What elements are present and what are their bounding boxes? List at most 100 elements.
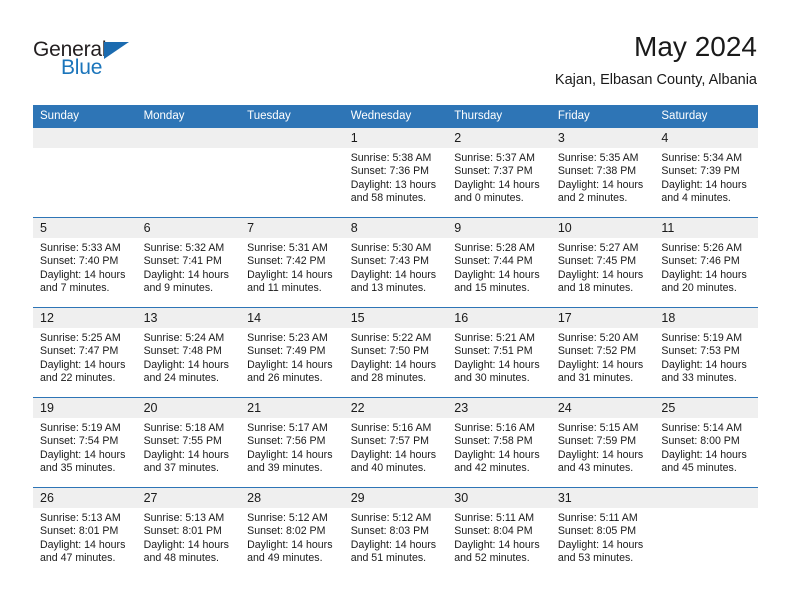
daylight-text-cont: and 4 minutes. — [661, 192, 731, 205]
calendar-day-cell[interactable]: 22 Sunrise: 5:16 AM Sunset: 7:57 PM Dayligh… — [343, 397, 448, 488]
weekday-header-saturday: Saturday — [654, 105, 758, 128]
daylight-text-cont: and 53 minutes. — [557, 552, 634, 565]
day-details: Sunrise: 5:12 AM Sunset: 8:03 PM Daylight:… — [344, 508, 448, 566]
triangle-icon — [104, 42, 129, 59]
day-number: 13 — [136, 308, 241, 328]
sunset-text: Sunset: 7:58 PM — [454, 435, 533, 448]
calendar-day-cell[interactable]: 7 Sunrise: 5:31 AM Sunset: 7:42 PM Daylight… — [240, 217, 344, 308]
daylight-text: Daylight: 14 hours — [454, 358, 540, 371]
calendar-day-cell[interactable]: 25 Sunrise: 5:14 AM Sunset: 8:00 PM Dayligh… — [654, 397, 758, 488]
sunset-text: Sunset: 7:53 PM — [661, 345, 740, 358]
day-number — [654, 488, 758, 508]
calendar-day-cell[interactable]: 16 Sunrise: 5:21 AM Sunset: 7:51 PM Dayligh… — [447, 307, 551, 398]
daylight-text: Daylight: 14 hours — [247, 358, 333, 371]
day-details — [240, 148, 344, 152]
calendar-day-cell[interactable]: 28 Sunrise: 5:12 AM Sunset: 8:02 PM Dayligh… — [240, 487, 344, 578]
weekday-header-sunday: Sunday — [33, 105, 137, 128]
daylight-text-cont: and 0 minutes. — [454, 192, 524, 205]
calendar-day-cell[interactable]: 20 Sunrise: 5:18 AM Sunset: 7:55 PM Dayligh… — [136, 397, 241, 488]
daylight-text-cont: and 15 minutes. — [454, 282, 530, 295]
day-number: 4 — [654, 128, 758, 148]
calendar-day-cell[interactable]: 2 Sunrise: 5:37 AM Sunset: 7:37 PM Daylight… — [447, 127, 551, 218]
day-details: Sunrise: 5:33 AM Sunset: 7:40 PM Daylight:… — [33, 238, 137, 296]
calendar-empty-cell — [136, 127, 241, 218]
calendar-week-row: 26 Sunrise: 5:13 AM Sunset: 8:01 PM Dayligh… — [33, 487, 758, 578]
sunrise-text: Sunrise: 5:25 AM — [40, 332, 121, 344]
calendar-day-cell[interactable]: 3 Sunrise: 5:35 AM Sunset: 7:38 PM Daylight… — [550, 127, 655, 218]
calendar-day-cell[interactable]: 21 Sunrise: 5:17 AM Sunset: 7:56 PM Dayligh… — [240, 397, 344, 488]
daylight-text: Daylight: 14 hours — [454, 448, 540, 461]
day-details: Sunrise: 5:12 AM Sunset: 8:02 PM Daylight:… — [240, 508, 344, 566]
daylight-text: Daylight: 14 hours — [247, 268, 333, 281]
day-number: 12 — [33, 308, 137, 328]
sunset-text: Sunset: 7:56 PM — [247, 435, 326, 448]
calendar-day-cell[interactable]: 26 Sunrise: 5:13 AM Sunset: 8:01 PM Dayligh… — [33, 487, 137, 578]
daylight-text: Daylight: 14 hours — [143, 538, 229, 551]
sunrise-text: Sunrise: 5:20 AM — [557, 332, 639, 344]
daylight-text: Daylight: 14 hours — [350, 268, 437, 281]
calendar-day-cell[interactable]: 31 Sunrise: 5:11 AM Sunset: 8:05 PM Dayligh… — [550, 487, 655, 578]
day-number: 26 — [33, 488, 137, 508]
calendar-day-cell[interactable]: 23 Sunrise: 5:16 AM Sunset: 7:58 PM Dayligh… — [447, 397, 551, 488]
daylight-text: Daylight: 14 hours — [557, 178, 644, 191]
daylight-text-cont: and 31 minutes. — [557, 372, 634, 385]
day-number: 15 — [343, 308, 448, 328]
daylight-text: Daylight: 14 hours — [350, 448, 437, 461]
day-number: 10 — [550, 218, 655, 238]
daylight-text: Daylight: 14 hours — [40, 448, 126, 461]
sunrise-text: Sunrise: 5:38 AM — [350, 152, 432, 164]
sunrise-text: Sunrise: 5:22 AM — [350, 332, 432, 344]
sunrise-text: Sunrise: 5:23 AM — [247, 332, 328, 344]
sunrise-text: Sunrise: 5:17 AM — [247, 422, 328, 434]
calendar-day-cell[interactable]: 5 Sunrise: 5:33 AM Sunset: 7:40 PM Daylight… — [33, 217, 137, 308]
sunrise-text: Sunrise: 5:32 AM — [143, 242, 225, 254]
sunset-text: Sunset: 7:40 PM — [40, 255, 119, 268]
calendar-day-cell[interactable]: 12 Sunrise: 5:25 AM Sunset: 7:47 PM Dayligh… — [33, 307, 137, 398]
sunset-text: Sunset: 7:51 PM — [454, 345, 533, 358]
sunrise-text: Sunrise: 5:24 AM — [143, 332, 225, 344]
title-block: May 2024 Kajan, Elbasan County, Albania — [555, 30, 757, 90]
calendar-day-cell[interactable]: 27 Sunrise: 5:13 AM Sunset: 8:01 PM Dayligh… — [136, 487, 241, 578]
calendar-day-cell[interactable]: 13 Sunrise: 5:24 AM Sunset: 7:48 PM Dayligh… — [136, 307, 241, 398]
calendar-day-cell[interactable]: 8 Sunrise: 5:30 AM Sunset: 7:43 PM Daylight… — [343, 217, 448, 308]
calendar-day-cell[interactable]: 14 Sunrise: 5:23 AM Sunset: 7:49 PM Dayligh… — [240, 307, 344, 398]
sunrise-text: Sunrise: 5:26 AM — [661, 242, 743, 254]
calendar-day-cell[interactable]: 18 Sunrise: 5:19 AM Sunset: 7:53 PM Dayligh… — [654, 307, 758, 398]
day-number: 11 — [654, 218, 758, 238]
day-details: Sunrise: 5:35 AM Sunset: 7:38 PM Daylight:… — [551, 148, 655, 206]
day-number: 17 — [550, 308, 655, 328]
calendar-day-cell[interactable]: 29 Sunrise: 5:12 AM Sunset: 8:03 PM Dayligh… — [343, 487, 448, 578]
sunset-text: Sunset: 7:46 PM — [661, 255, 740, 268]
sunset-text: Sunset: 7:41 PM — [143, 255, 222, 268]
day-number: 19 — [33, 398, 137, 418]
weekday-header-wednesday: Wednesday — [343, 105, 448, 128]
sunrise-text: Sunrise: 5:14 AM — [661, 422, 743, 434]
sunset-text: Sunset: 8:04 PM — [454, 525, 533, 538]
sunrise-text: Sunrise: 5:31 AM — [247, 242, 328, 254]
calendar-day-cell[interactable]: 6 Sunrise: 5:32 AM Sunset: 7:41 PM Daylight… — [136, 217, 241, 308]
daylight-text-cont: and 35 minutes. — [40, 462, 116, 475]
sunrise-text: Sunrise: 5:12 AM — [247, 512, 328, 524]
logo-text-blue: Blue — [61, 56, 103, 79]
daylight-text: Daylight: 14 hours — [661, 448, 747, 461]
daylight-text: Daylight: 14 hours — [143, 358, 229, 371]
day-number: 16 — [447, 308, 551, 328]
day-details: Sunrise: 5:28 AM Sunset: 7:44 PM Daylight:… — [447, 238, 551, 296]
calendar-day-cell[interactable]: 11 Sunrise: 5:26 AM Sunset: 7:46 PM Dayligh… — [654, 217, 758, 308]
calendar-day-cell[interactable]: 4 Sunrise: 5:34 AM Sunset: 7:39 PM Daylight… — [654, 127, 758, 218]
calendar-day-cell[interactable]: 30 Sunrise: 5:11 AM Sunset: 8:04 PM Dayligh… — [447, 487, 551, 578]
day-details: Sunrise: 5:21 AM Sunset: 7:51 PM Daylight:… — [447, 328, 551, 386]
calendar-day-cell[interactable]: 19 Sunrise: 5:19 AM Sunset: 7:54 PM Dayligh… — [33, 397, 137, 488]
day-number: 28 — [240, 488, 344, 508]
calendar-day-cell[interactable]: 24 Sunrise: 5:15 AM Sunset: 7:59 PM Dayligh… — [550, 397, 655, 488]
daylight-text-cont: and 51 minutes. — [350, 552, 427, 565]
calendar-day-cell[interactable]: 17 Sunrise: 5:20 AM Sunset: 7:52 PM Dayligh… — [550, 307, 655, 398]
calendar-day-cell[interactable]: 15 Sunrise: 5:22 AM Sunset: 7:50 PM Dayligh… — [343, 307, 448, 398]
day-number: 22 — [343, 398, 448, 418]
calendar-day-cell[interactable]: 9 Sunrise: 5:28 AM Sunset: 7:44 PM Daylight… — [447, 217, 551, 308]
calendar-day-cell[interactable]: 10 Sunrise: 5:27 AM Sunset: 7:45 PM Dayligh… — [550, 217, 655, 308]
day-number: 20 — [136, 398, 241, 418]
day-details — [654, 508, 758, 512]
calendar-day-cell[interactable]: 1 Sunrise: 5:38 AM Sunset: 7:36 PM Daylight… — [343, 127, 448, 218]
daylight-text-cont: and 39 minutes. — [247, 462, 323, 475]
